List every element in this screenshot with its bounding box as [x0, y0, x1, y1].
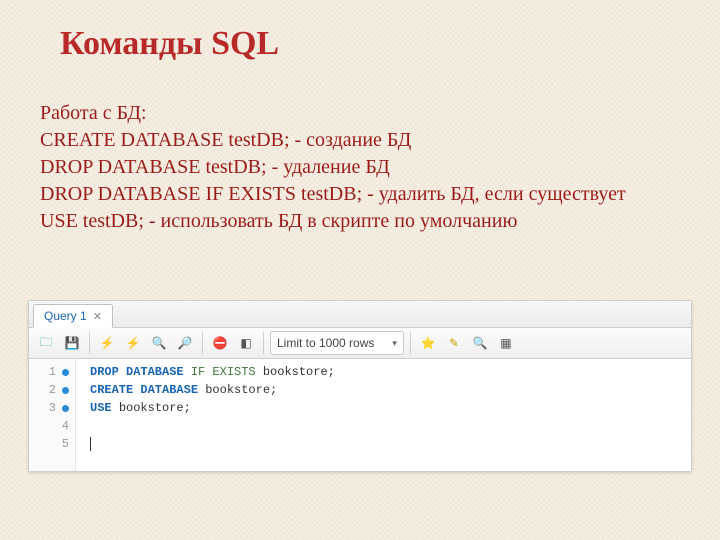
toolbar-divider [89, 332, 90, 354]
save-icon[interactable]: 💾 [61, 332, 83, 354]
toolbar-divider [263, 332, 264, 354]
breakpoint-dot[interactable] [62, 369, 69, 376]
slide-title: Команды SQL [60, 25, 279, 63]
slide-body: Работа с БД: CREATE DATABASE testDB; - с… [40, 100, 680, 235]
body-heading: Работа с БД: [40, 100, 680, 127]
toolbar-divider [202, 332, 203, 354]
code-line: USE bookstore; [90, 399, 677, 417]
snippets-icon[interactable]: ▦ [495, 332, 517, 354]
body-line-1: CREATE DATABASE testDB; - создание БД [40, 127, 680, 154]
code-line: CREATE DATABASE bookstore; [90, 381, 677, 399]
body-line-4: USE testDB; - использовать БД в скрипте … [40, 208, 680, 235]
close-icon[interactable]: ✕ [93, 310, 102, 323]
tab-query-1[interactable]: Query 1 ✕ [33, 304, 113, 328]
slide: Команды SQL Работа с БД: CREATE DATABASE… [0, 0, 720, 540]
gutter-row: 3 [29, 399, 75, 417]
toolbar: 🗀 💾 ⚡ ⚡ 🔍 🔎 ⛔ ◧ Limit to 1000 rows ▾ ⭐ ✎… [29, 328, 691, 359]
code-area: 1 2 3 4 5 DROP DATABASE IF EXISTS bookst… [29, 359, 691, 472]
code-body[interactable]: DROP DATABASE IF EXISTS bookstore;CREATE… [76, 359, 691, 472]
body-line-3: DROP DATABASE IF EXISTS testDB; - удалит… [40, 181, 680, 208]
code-line: DROP DATABASE IF EXISTS bookstore; [90, 363, 677, 381]
tab-bar: Query 1 ✕ [29, 301, 691, 328]
gutter-row: 2 [29, 381, 75, 399]
toolbar-divider [410, 332, 411, 354]
sql-editor: Query 1 ✕ 🗀 💾 ⚡ ⚡ 🔍 🔎 ⛔ ◧ Limit to 1000 … [28, 300, 692, 472]
gutter-row: 5 [29, 435, 75, 453]
toggle-icon[interactable]: ◧ [235, 332, 257, 354]
text-cursor [90, 437, 91, 451]
breakpoint-dot[interactable] [62, 405, 69, 412]
code-line [90, 417, 677, 435]
code-line [90, 435, 677, 453]
find-icon[interactable]: 🔍 [469, 332, 491, 354]
open-file-icon[interactable]: 🗀 [35, 332, 57, 354]
chevron-down-icon: ▾ [392, 338, 397, 349]
body-line-2: DROP DATABASE testDB; - удаление БД [40, 154, 680, 181]
limit-rows-label: Limit to 1000 rows [277, 336, 374, 350]
execute-icon[interactable]: ⚡ [96, 332, 118, 354]
stop-icon[interactable]: ⛔ [209, 332, 231, 354]
breakpoint-dot[interactable] [62, 387, 69, 394]
line-gutter: 1 2 3 4 5 [29, 359, 76, 472]
explain-icon[interactable]: 🔍 [148, 332, 170, 354]
limit-rows-dropdown[interactable]: Limit to 1000 rows ▾ [270, 331, 404, 355]
gutter-row: 4 [29, 417, 75, 435]
execute-step-icon[interactable]: ⚡ [122, 332, 144, 354]
beautify-icon[interactable]: ✎ [443, 332, 465, 354]
explain-plan-icon[interactable]: 🔎 [174, 332, 196, 354]
gutter-row: 1 [29, 363, 75, 381]
tab-label: Query 1 [44, 309, 87, 323]
favorite-icon[interactable]: ⭐ [417, 332, 439, 354]
